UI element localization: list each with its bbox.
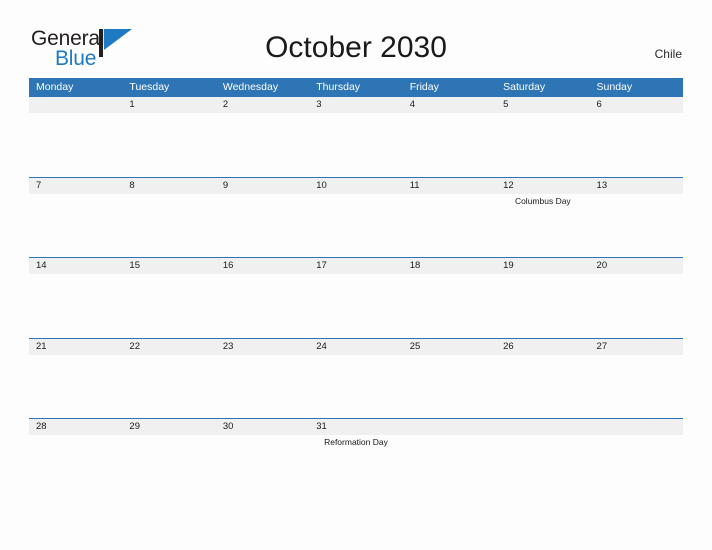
day-number[interactable]: 6: [590, 97, 683, 113]
day-event: [496, 435, 589, 497]
day-number[interactable]: 12: [496, 178, 589, 194]
day-event: [590, 435, 683, 497]
day-event: [216, 435, 309, 497]
day-number[interactable]: 4: [403, 97, 496, 113]
day-event: [496, 274, 589, 336]
week-event-band: Reformation Day: [29, 435, 683, 497]
day-number[interactable]: 1: [122, 97, 215, 113]
day-number[interactable]: 24: [309, 339, 402, 355]
day-event: [403, 435, 496, 497]
weekday-header-wednesday: Wednesday: [222, 81, 279, 93]
day-number[interactable]: [403, 419, 496, 435]
day-event: [403, 355, 496, 417]
calendar-week-row: 1 2 3 4 5 6: [29, 96, 683, 177]
week-date-band: 1 2 3 4 5 6: [29, 96, 683, 113]
day-number[interactable]: 18: [403, 258, 496, 274]
week-date-band: 28 29 30 31: [29, 418, 683, 435]
day-number[interactable]: 10: [309, 178, 402, 194]
day-number[interactable]: 25: [403, 339, 496, 355]
calendar-week-row: 21 22 23 24 25 26 27: [29, 337, 683, 419]
day-number[interactable]: 9: [216, 178, 309, 194]
day-number[interactable]: [29, 97, 122, 113]
week-event-band: [29, 113, 683, 175]
day-event: [590, 113, 683, 175]
day-number[interactable]: 14: [29, 258, 122, 274]
day-number[interactable]: 5: [496, 97, 589, 113]
day-event: [29, 113, 122, 175]
day-event: [403, 274, 496, 336]
day-number[interactable]: 31: [309, 419, 402, 435]
week-date-band: 7 8 9 10 11 12 13: [29, 176, 683, 194]
calendar-grid: Monday Tuesday Wednesday Thursday Friday…: [29, 78, 683, 499]
calendar-week-row: 28 29 30 31 Reformation Day: [29, 418, 683, 499]
day-number[interactable]: 21: [29, 339, 122, 355]
day-number[interactable]: 3: [309, 97, 402, 113]
weekday-header-friday: Friday: [409, 81, 439, 93]
calendar-week-row: 14 15 16 17 18 19 20: [29, 257, 683, 338]
country-label: Chile: [654, 47, 682, 61]
day-number[interactable]: 8: [122, 178, 215, 194]
day-event: [216, 274, 309, 336]
week-date-band: 14 15 16 17 18 19 20: [29, 257, 683, 274]
day-event: [216, 194, 309, 256]
day-event: [216, 355, 309, 417]
weekday-header-sunday: Sunday: [596, 81, 633, 93]
day-number[interactable]: 15: [122, 258, 215, 274]
day-number[interactable]: 19: [496, 258, 589, 274]
day-event: [29, 355, 122, 417]
day-event: [122, 355, 215, 417]
weekday-header-monday: Monday: [36, 81, 74, 93]
day-number[interactable]: 2: [216, 97, 309, 113]
week-event-band: [29, 274, 683, 336]
weekday-header-saturday: Saturday: [503, 81, 546, 93]
day-event: [122, 194, 215, 256]
week-event-band: Columbus Day: [29, 193, 683, 256]
day-event: [309, 194, 402, 256]
day-number[interactable]: 30: [216, 419, 309, 435]
day-number[interactable]: 26: [496, 339, 589, 355]
day-event: [122, 113, 215, 175]
day-event: [496, 113, 589, 175]
day-number[interactable]: 23: [216, 339, 309, 355]
weekday-header-tuesday: Tuesday: [129, 81, 170, 93]
day-event: [122, 274, 215, 336]
day-number[interactable]: 27: [590, 339, 683, 355]
day-event: [122, 435, 215, 497]
week-event-band: [29, 354, 683, 417]
day-event: [309, 274, 402, 336]
day-event: [496, 355, 589, 417]
day-number[interactable]: 11: [403, 178, 496, 194]
day-number[interactable]: 17: [309, 258, 402, 274]
week-date-band: 21 22 23 24 25 26 27: [29, 337, 683, 355]
day-number[interactable]: 22: [122, 339, 215, 355]
day-event: [403, 194, 496, 256]
page-title: October 2030: [265, 31, 447, 64]
day-event: [309, 113, 402, 175]
day-event: [29, 194, 122, 256]
weekday-header-thursday: Thursday: [316, 81, 361, 93]
day-event: [29, 435, 122, 497]
day-event: [590, 274, 683, 336]
day-number[interactable]: [496, 419, 589, 435]
day-event: [29, 274, 122, 336]
day-number[interactable]: [590, 419, 683, 435]
day-number[interactable]: 29: [122, 419, 215, 435]
day-event: [590, 194, 683, 256]
day-event: [403, 113, 496, 175]
day-number[interactable]: 7: [29, 178, 122, 194]
day-event: [309, 355, 402, 417]
page-header: General Blue October 2030 Chile: [0, 0, 712, 78]
day-number[interactable]: 13: [590, 178, 683, 194]
day-number[interactable]: 20: [590, 258, 683, 274]
day-event-columbus-day: Columbus Day: [514, 195, 571, 206]
day-number[interactable]: 16: [216, 258, 309, 274]
day-event-reformation-day: Reformation Day: [324, 437, 388, 447]
day-number[interactable]: 28: [29, 419, 122, 435]
day-event: [590, 355, 683, 417]
day-event: [216, 113, 309, 175]
weekday-header-row: Monday Tuesday Wednesday Thursday Friday…: [29, 78, 683, 96]
calendar-week-row: 7 8 9 10 11 12 13 Columbus Day: [29, 176, 683, 258]
